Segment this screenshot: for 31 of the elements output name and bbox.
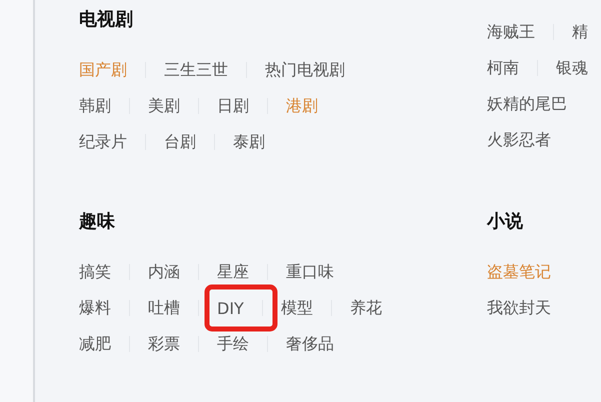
- category-link[interactable]: 纪录片: [79, 132, 127, 152]
- section-title: 电视剧: [79, 8, 134, 32]
- category-link[interactable]: 模型: [280, 298, 313, 318]
- category-link[interactable]: 内涵: [148, 262, 180, 282]
- category-link[interactable]: 三生三世: [164, 60, 228, 80]
- category-link[interactable]: 银魂: [556, 58, 588, 78]
- section-title: 小说: [487, 210, 524, 234]
- category-link[interactable]: 日剧: [217, 96, 249, 116]
- category-link[interactable]: 台剧: [164, 132, 196, 152]
- category-link[interactable]: 美剧: [148, 96, 180, 116]
- category-link[interactable]: 我欲封天: [487, 298, 551, 318]
- category-link[interactable]: 星座: [217, 262, 249, 282]
- category-link[interactable]: 精: [572, 22, 588, 42]
- category-link[interactable]: 吐槽: [148, 298, 180, 318]
- section-title: 趣味: [79, 210, 116, 234]
- category-link[interactable]: 韩剧: [79, 96, 111, 116]
- category-link[interactable]: DIY: [217, 298, 244, 318]
- category-link[interactable]: 养花: [350, 298, 382, 318]
- category-link[interactable]: 彩票: [148, 334, 180, 354]
- category-link[interactable]: 热门电视剧: [265, 60, 345, 80]
- category-link[interactable]: 搞笑: [79, 262, 111, 282]
- category-link[interactable]: 减肥: [79, 334, 111, 354]
- category-link[interactable]: 泰剧: [233, 132, 265, 152]
- category-link[interactable]: 火影忍者: [487, 130, 551, 150]
- category-link[interactable]: 奢侈品: [286, 334, 334, 354]
- category-link[interactable]: 妖精的尾巴: [487, 94, 567, 114]
- category-link[interactable]: 海贼王: [487, 22, 535, 42]
- category-link[interactable]: 爆料: [79, 298, 111, 318]
- category-link[interactable]: 手绘: [217, 334, 249, 354]
- category-link[interactable]: 柯南: [487, 58, 519, 78]
- category-link[interactable]: 重口味: [286, 262, 334, 282]
